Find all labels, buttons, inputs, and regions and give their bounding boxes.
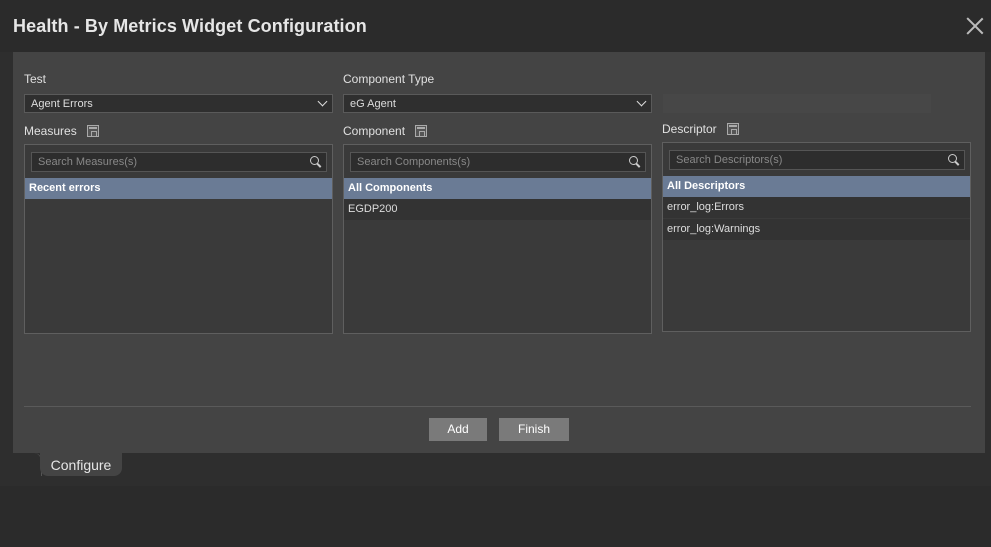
dialog-title: Health - By Metrics Widget Configuration [13, 16, 367, 36]
component-listbox: Search Components(s) All Components EGDP… [343, 144, 652, 334]
chevron-down-icon [636, 96, 647, 107]
search-icon[interactable] [629, 156, 639, 166]
title-bar: Health - By Metrics Widget Configuration [0, 0, 991, 52]
descriptor-label: Descriptor [662, 122, 717, 136]
divider [24, 406, 971, 407]
calendar-icon[interactable] [87, 125, 99, 137]
descriptor-search-placeholder: Search Descriptors(s) [676, 154, 783, 166]
list-item[interactable]: EGDP200 [344, 199, 651, 220]
widget-config-dialog: Health - By Metrics Widget Configuration… [0, 0, 991, 486]
tab-configure[interactable]: Configure [40, 453, 122, 476]
search-icon[interactable] [948, 154, 958, 164]
add-button[interactable]: Add [429, 418, 487, 441]
list-item[interactable]: Recent errors [25, 178, 332, 199]
disabled-field [663, 94, 931, 113]
measures-listbox: Search Measures(s) Recent errors [24, 144, 333, 334]
measures-search-placeholder: Search Measures(s) [38, 156, 138, 168]
component-search-placeholder: Search Components(s) [357, 156, 471, 168]
close-icon[interactable] [966, 17, 984, 35]
calendar-icon[interactable] [727, 123, 739, 135]
calendar-icon[interactable] [415, 125, 427, 137]
test-select[interactable]: Agent Errors [24, 94, 333, 113]
finish-button[interactable]: Finish [499, 418, 569, 441]
measures-search-input[interactable]: Search Measures(s) [31, 152, 327, 172]
test-label: Test [24, 72, 47, 86]
component-type-label: Component Type [343, 72, 435, 86]
search-icon[interactable] [310, 156, 320, 166]
config-panel: Test Agent Errors Component Type eG Agen… [13, 52, 985, 453]
test-select-value: Agent Errors [31, 98, 93, 110]
list-item[interactable]: All Descriptors [663, 176, 970, 197]
chevron-down-icon [317, 96, 328, 107]
descriptor-listbox: Search Descriptors(s) All Descriptors er… [662, 142, 971, 332]
component-search-input[interactable]: Search Components(s) [350, 152, 646, 172]
list-item[interactable]: All Components [344, 178, 651, 199]
component-label: Component [343, 124, 406, 138]
list-item[interactable]: error_log:Errors [663, 197, 970, 218]
list-item[interactable]: error_log:Warnings [663, 219, 970, 240]
descriptor-search-input[interactable]: Search Descriptors(s) [669, 150, 965, 170]
measures-label: Measures [24, 124, 77, 138]
component-type-select-value: eG Agent [350, 98, 396, 110]
component-type-select[interactable]: eG Agent [343, 94, 652, 113]
